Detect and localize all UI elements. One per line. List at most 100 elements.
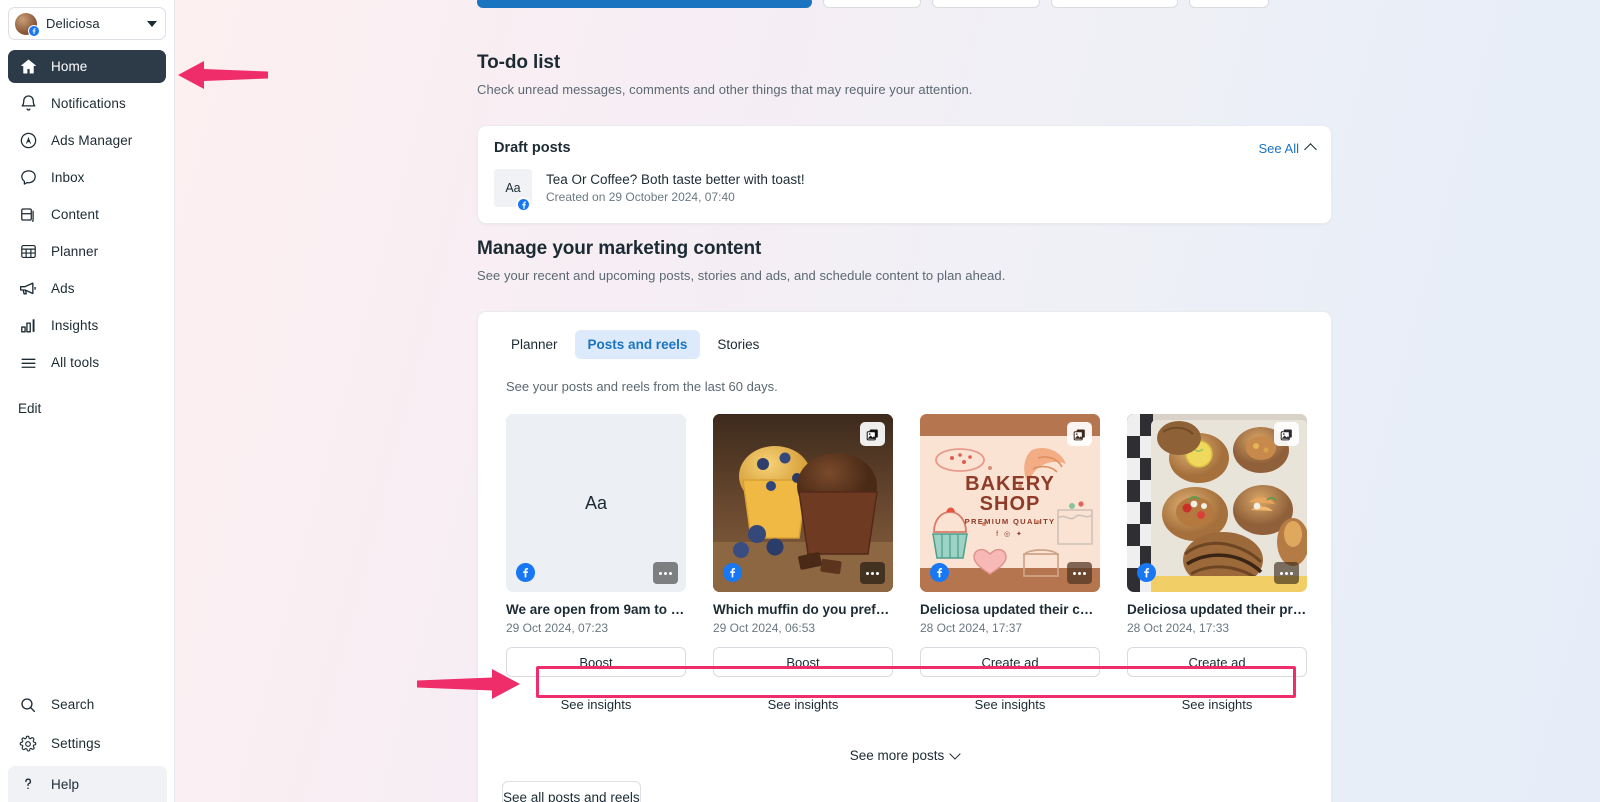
account-switcher[interactable]: Deliciosa [8,7,166,40]
boost-button[interactable]: Boost [506,647,686,677]
more-options-icon[interactable] [860,562,885,584]
draft-see-all-button[interactable]: See All [1258,140,1317,156]
sidebar-item-label: All tools [51,355,100,370]
see-insights-link[interactable]: See insights [506,697,686,712]
sidebar-item-help[interactable]: Help [8,766,167,802]
content-tabs: Planner Posts and reels Stories [478,330,1331,359]
chevron-up-icon[interactable] [1304,143,1317,156]
bakery-title-line1: BAKERY [965,473,1055,495]
post-thumbnail[interactable] [713,414,893,592]
top-secondary-button-partial-1[interactable] [823,0,921,8]
more-options-icon[interactable] [1274,562,1299,584]
top-primary-button-partial[interactable] [477,0,812,8]
bakery-social-icons: f ◎ ✦ [996,530,1024,538]
draft-posts-card: Draft posts See All Aa Tea Or Coffee? Bo… [477,125,1332,224]
sidebar-item-planner[interactable]: Planner [8,235,166,268]
post-date: 29 Oct 2024, 06:53 [713,621,816,635]
more-options-icon[interactable] [1067,562,1092,584]
sidebar-item-label: Inbox [51,170,85,185]
sidebar-item-settings[interactable]: Settings [8,727,167,760]
post-thumbnail[interactable]: Aa [506,414,686,592]
facebook-icon [1137,563,1156,582]
gear-icon [18,734,38,754]
tab-posts-and-reels[interactable]: Posts and reels [574,330,701,359]
album-photos-icon [860,422,885,446]
see-insights-row: See insights See insights See insights S… [506,689,1331,720]
question-mark-icon [18,774,38,794]
tab-stories[interactable]: Stories [704,330,772,359]
sidebar-item-label: Planner [51,244,99,259]
create-ad-button[interactable]: Create ad [1127,647,1307,677]
sidebar-item-content[interactable]: Content [8,198,166,231]
post-card: Aa We are open from 9am to 9... 29 Oct 2… [506,414,686,677]
tab-planner[interactable]: Planner [498,330,571,359]
facebook-icon [723,563,742,582]
top-action-pill-row [477,0,1269,8]
top-secondary-button-partial-2[interactable] [932,0,1040,8]
sidebar-item-all-tools[interactable]: All tools [8,346,166,379]
todo-section: To-do list Check unread messages, commen… [477,52,1332,224]
sidebar-item-label: Ads [51,281,75,296]
draft-posts-header: Draft posts See All [494,140,1317,156]
post-date: 28 Oct 2024, 17:33 [1127,621,1230,635]
sidebar-item-notifications[interactable]: Notifications [8,87,166,120]
sidebar-edit-button[interactable]: Edit [0,401,174,416]
see-insights-link[interactable]: See insights [920,697,1100,712]
home-icon [18,57,38,77]
album-photos-icon [1067,422,1092,446]
sidebar-item-label: Ads Manager [51,133,133,148]
app-root: Deliciosa Home Notifications Ads Manager… [0,0,1600,802]
megaphone-icon [18,279,38,299]
facebook-icon [930,563,949,582]
sidebar-item-insights[interactable]: Insights [8,309,166,342]
content-icon [18,205,38,225]
see-more-posts-button[interactable]: See more posts [478,747,1331,763]
facebook-icon [516,197,531,212]
post-date: 29 Oct 2024, 07:23 [506,621,609,635]
facebook-icon [28,24,40,37]
draft-see-all-label: See All [1258,140,1299,156]
hamburger-menu-icon [18,353,38,373]
draft-post-text-block: Tea Or Coffee? Both taste better with to… [546,172,805,204]
top-secondary-button-partial-4[interactable] [1189,0,1269,8]
manage-title: Manage your marketing content [477,238,762,259]
see-insights-link[interactable]: See insights [713,697,893,712]
bakery-title-line2: SHOP [980,493,1041,515]
facebook-icon [516,563,535,582]
sidebar-item-ads-manager[interactable]: Ads Manager [8,124,166,157]
chevron-down-icon [949,747,961,760]
avatar [15,12,40,37]
post-thumbnail[interactable]: BAKERY SHOP PREMIUM QUALITY f ◎ ✦ [920,414,1100,592]
create-ad-button[interactable]: Create ad [920,647,1100,677]
more-options-icon[interactable] [653,562,678,584]
top-secondary-button-partial-3[interactable] [1051,0,1178,8]
todo-title: To-do list [477,52,561,73]
post-title: We are open from 9am to 9... [506,602,686,617]
chat-bubble-icon [18,168,38,188]
chevron-down-icon[interactable] [147,20,157,27]
sidebar-item-home[interactable]: Home [8,50,166,83]
sidebar-item-inbox[interactable]: Inbox [8,161,166,194]
post-title: Deliciosa updated their cov... [920,602,1100,617]
see-insights-link[interactable]: See insights [1127,697,1307,712]
account-name: Deliciosa [46,16,100,31]
draft-posts-title: Draft posts [494,140,571,156]
sidebar-item-label: Search [51,697,95,712]
sidebar-item-search[interactable]: Search [8,688,167,721]
post-thumbnail[interactable] [1127,414,1307,592]
sidebar-item-label: Help [51,776,80,792]
draft-post-item[interactable]: Aa Tea Or Coffee? Both taste better with… [494,169,1315,212]
album-photos-icon [1274,422,1299,446]
sidebar-item-label: Notifications [51,96,126,111]
post-date: 28 Oct 2024, 17:37 [920,621,1023,635]
sidebar-item-ads[interactable]: Ads [8,272,166,305]
draft-post-meta: Created on 29 October 2024, 07:40 [546,190,735,204]
see-all-posts-and-reels-button[interactable]: See all posts and reels [502,781,641,802]
sidebar: Deliciosa Home Notifications Ads Manager… [0,0,175,802]
manage-marketing-section: Manage your marketing content See your r… [477,238,1332,802]
sidebar-item-label: Home [51,59,88,74]
bakery-subtitle: PREMIUM QUALITY [965,517,1056,526]
post-card: Deliciosa updated their pro... 28 Oct 20… [1127,414,1307,677]
boost-button[interactable]: Boost [713,647,893,677]
sidebar-nav: Home Notifications Ads Manager Inbox Con… [0,50,174,379]
